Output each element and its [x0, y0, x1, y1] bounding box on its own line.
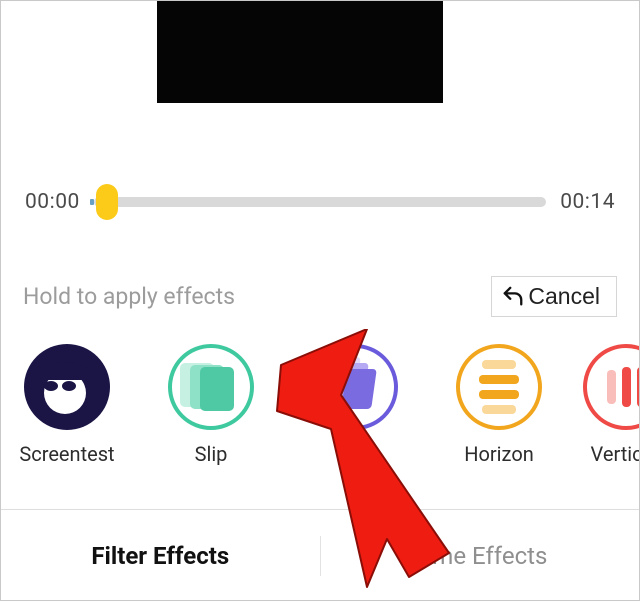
tab-filter-effects[interactable]: Filter Effects — [1, 509, 320, 601]
effect-label: Slip — [195, 442, 228, 466]
effects-tabs: Filter Effects Time Effects — [1, 509, 639, 601]
vertical-icon — [583, 344, 639, 430]
timeline-playhead[interactable] — [96, 184, 118, 220]
cancel-button[interactable]: Cancel — [491, 276, 617, 317]
video-preview — [157, 1, 443, 103]
horizon-icon — [456, 344, 542, 430]
effect-unknown[interactable] — [307, 344, 403, 466]
effect-label: Screentest — [19, 442, 114, 466]
undo-icon — [502, 286, 524, 308]
effect-label: Horizon — [464, 442, 534, 466]
cards-icon — [312, 344, 398, 430]
cancel-button-label: Cancel — [528, 283, 600, 310]
hint-text: Hold to apply effects — [23, 283, 235, 310]
timeline-track[interactable] — [94, 197, 546, 207]
timeline-end-time: 00:14 — [560, 190, 615, 214]
effect-horizon[interactable]: Horizon — [451, 344, 547, 466]
effect-vertical[interactable]: Vertica — [587, 344, 639, 466]
timeline-start-time: 00:00 — [25, 190, 80, 214]
effect-label: Vertica — [591, 442, 639, 466]
tab-label: Filter Effects — [91, 542, 229, 570]
hint-row: Hold to apply effects Cancel — [23, 276, 617, 317]
tab-label: Time Effects — [412, 542, 547, 570]
tab-time-effects[interactable]: Time Effects — [321, 509, 640, 601]
effects-editor-screen: 00:00 00:14 Hold to apply effects Cancel… — [0, 0, 640, 601]
effects-list: Screentest Slip — [19, 344, 639, 466]
screentest-icon — [24, 344, 110, 430]
effect-screentest[interactable]: Screentest — [19, 344, 115, 466]
slip-icon — [168, 344, 254, 430]
effect-slip[interactable]: Slip — [163, 344, 259, 466]
timeline-tick — [90, 199, 94, 205]
video-timeline[interactable]: 00:00 00:14 — [25, 190, 615, 214]
